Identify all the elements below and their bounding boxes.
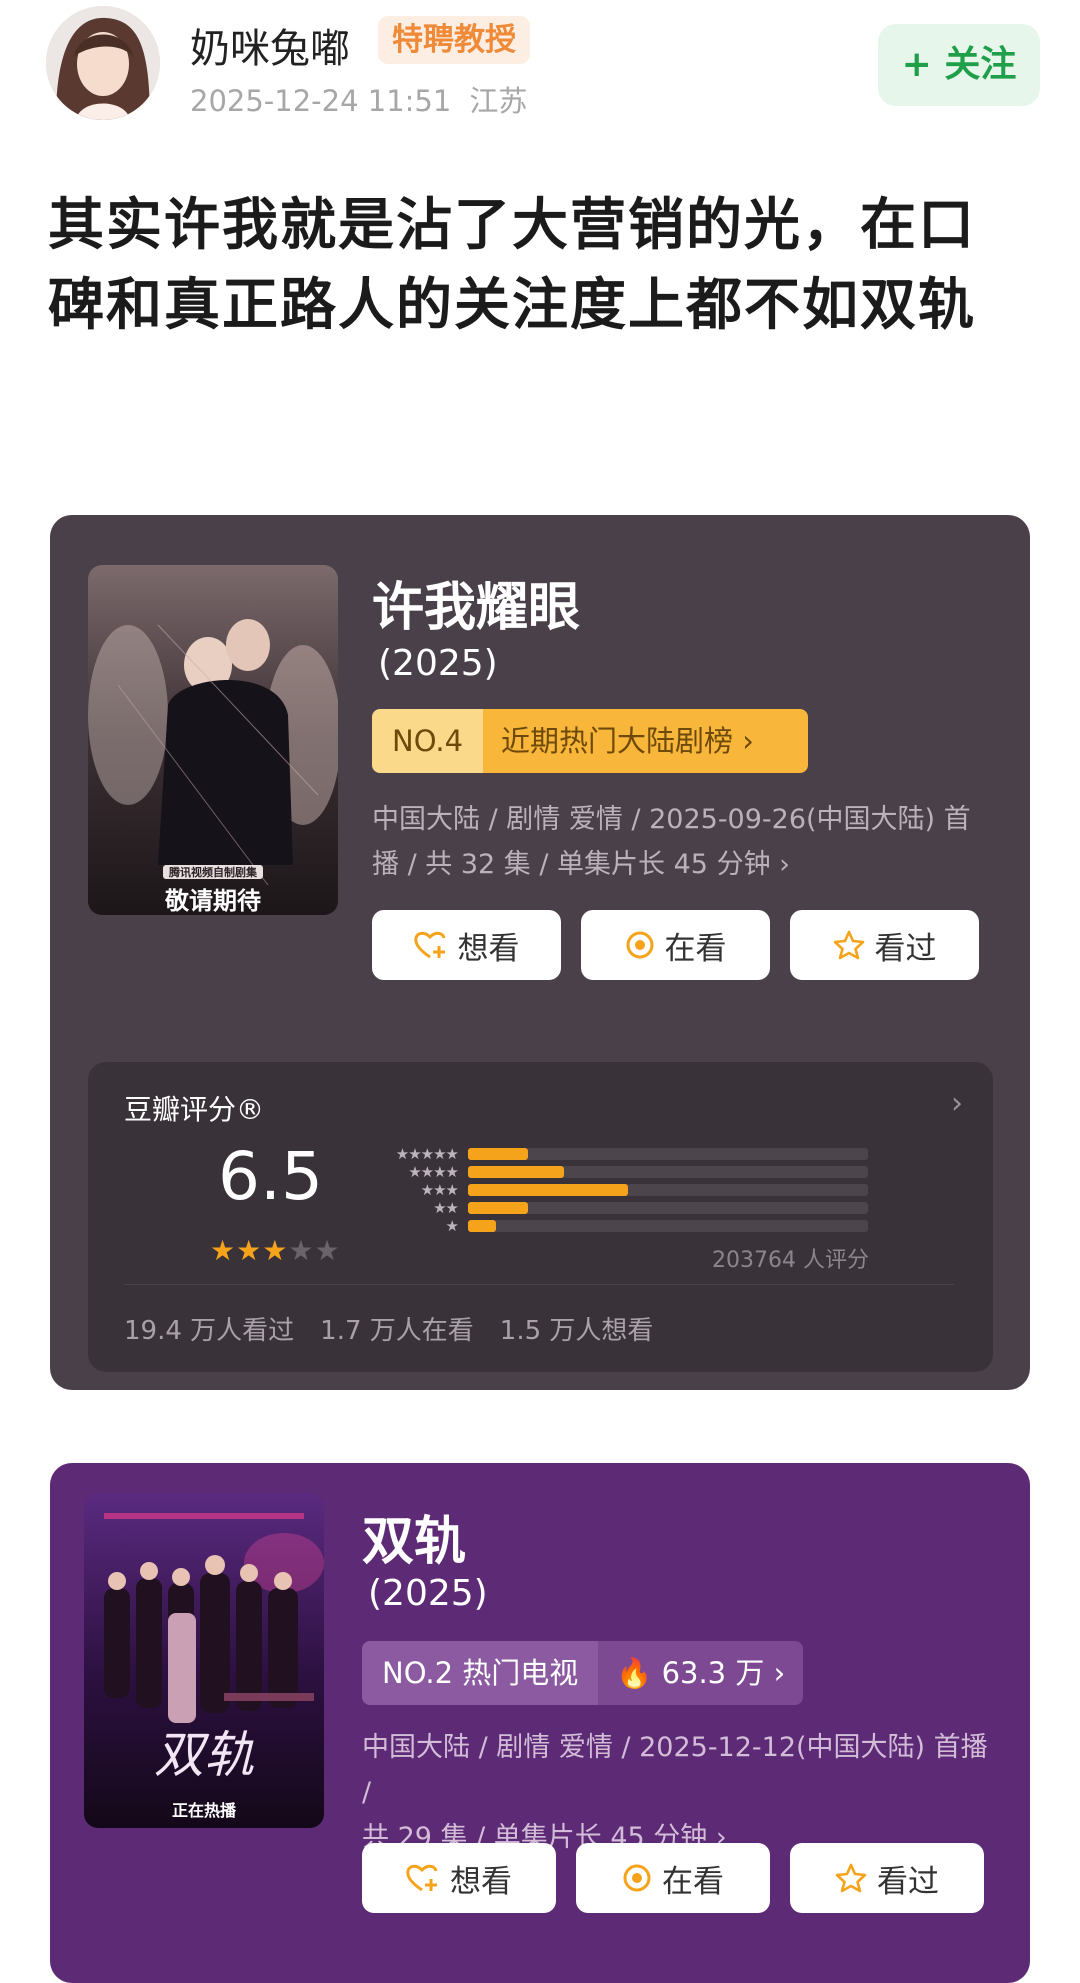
post-text: 其实许我就是沾了大营销的光，在口碑和真正路人的关注度上都不如双轨 [48,193,976,338]
distribution-bar-1 [468,1220,496,1232]
rating-panel[interactable]: 豆瓣评分® › 6.5 ★★★★★ ★★★★★ ★★★★ ★★★ ★★ ★ 203764… [88,1062,993,1372]
star-outline-icon [835,1863,867,1893]
star-row-2: ★★ [370,1199,459,1217]
rank-list-label: 近期热门大陆剧榜 › [483,709,808,773]
distribution-track [468,1184,868,1196]
post-meta: 2025-12-24 11:51 江苏 [190,78,527,120]
watched-button[interactable]: 看过 [790,910,979,980]
want-count: 1.5 万人想看 [499,1316,654,1346]
star-level-icon: ★★★★★ [395,1145,459,1163]
distribution-bar-2 [468,1202,528,1214]
poster-1-caption: 敬请期待 [165,887,261,915]
avatar[interactable] [46,6,160,120]
rating-score: 6.5 [218,1138,323,1215]
target-icon [626,931,653,959]
chevron-right-icon: › [764,1656,786,1690]
movie-year-2: (2025) [368,1573,488,1614]
username[interactable]: 奶咪兔嘟 [190,16,350,74]
watched-label: 看过 [877,1863,939,1900]
poster-1-subtitle: 腾讯视频自制剧集 [169,866,257,879]
watched-button[interactable]: 看过 [790,1843,984,1913]
chevron-right-icon: › [770,849,790,880]
follow-button[interactable]: + 关注 [878,24,1040,106]
rating-stats: 19.4 万人看过 1.7 万人在看 1.5 万人想看 [124,1310,653,1347]
watching-button[interactable]: 在看 [576,1843,770,1913]
want-label: 想看 [450,1863,512,1900]
poster-1[interactable]: 腾讯视频自制剧集 敬请期待 [88,565,338,915]
watched-count: 19.4 万人看过 [124,1316,295,1346]
star-level-icon: ★★ [433,1199,459,1217]
star-row-1: ★ [370,1217,459,1235]
star-row-4: ★★★★ [370,1163,459,1181]
star-filled-icon: ★ [210,1234,237,1267]
distribution-track [468,1220,868,1232]
rank-number: NO.2 热门电视 [362,1641,599,1705]
movie-info-1[interactable]: 中国大陆 / 剧情 爱情 / 2025-09-26(中国大陆) 首 播 / 共 … [372,797,992,887]
chevron-right-icon[interactable]: › [951,1086,963,1121]
star-level-icon: ★★★★ [408,1163,459,1181]
user-badge: 特聘教授 [378,16,530,64]
star-level-icon: ★★★ [420,1181,459,1199]
want-to-watch-button[interactable]: 想看 [372,910,561,980]
star-empty-icon: ★ [288,1234,315,1267]
post-location: 江苏 [469,84,528,118]
poster-2[interactable]: 双轨 正在热播 [84,1493,324,1828]
chevron-right-icon: › [733,724,754,758]
rank-badge-1[interactable]: NO.4 近期热门大陆剧榜 › [372,709,808,773]
star-level-icon: ★ [445,1217,459,1235]
distribution-track [468,1166,868,1178]
star-filled-icon: ★ [236,1234,263,1267]
divider [124,1284,954,1285]
star-outline-icon [833,930,864,960]
rating-count: 203764 人评分 [712,1248,869,1273]
movie-title-2[interactable]: 双轨 [362,1499,466,1574]
watching-count: 1.7 万人在看 [320,1316,474,1346]
movie-title-1[interactable]: 许我耀眼 [372,565,580,640]
target-icon [623,1864,651,1892]
movie-year-1: (2025) [378,643,498,684]
heart-plus-icon [413,931,445,959]
watching-label: 在看 [664,930,727,967]
watched-label: 看过 [874,930,937,967]
rank-badge-2[interactable]: NO.2 热门电视 🔥 63.3 万 › [362,1641,804,1705]
rank-number: NO.4 [372,709,484,773]
star-row-5: ★★★★★ [370,1145,459,1163]
star-filled-icon: ★ [262,1234,289,1267]
poster-2-title: 双轨 [154,1726,254,1784]
distribution-track [468,1202,868,1214]
distribution-track [468,1148,868,1160]
watching-label: 在看 [662,1863,724,1900]
star-empty-icon: ★ [314,1234,341,1267]
douban-rating-label: 豆瓣评分® [124,1093,265,1126]
star-row-3: ★★★ [370,1181,459,1199]
rating-stars: ★★★★★ [210,1234,341,1267]
poster-2-caption: 正在热播 [171,1801,236,1820]
movie-info-2[interactable]: 中国大陆 / 剧情 爱情 / 2025-12-12(中国大陆) 首播 / 共 2… [362,1725,1002,1860]
want-label: 想看 [457,930,520,967]
movie-card-2[interactable]: 双轨 正在热播 双轨 (2025) NO.2 热门电视 🔥 63.3 万 › 中… [50,1463,1030,1983]
flame-icon: 🔥 [616,1656,662,1690]
heat-value: 🔥 63.3 万 › [598,1641,804,1705]
watching-button[interactable]: 在看 [581,910,770,980]
distribution-bar-4 [468,1166,564,1178]
post-timestamp: 2025-12-24 11:51 [190,84,452,118]
distribution-bar-5 [468,1148,528,1160]
distribution-bar-3 [468,1184,628,1196]
want-to-watch-button[interactable]: 想看 [362,1843,556,1913]
heart-plus-icon [406,1864,438,1892]
